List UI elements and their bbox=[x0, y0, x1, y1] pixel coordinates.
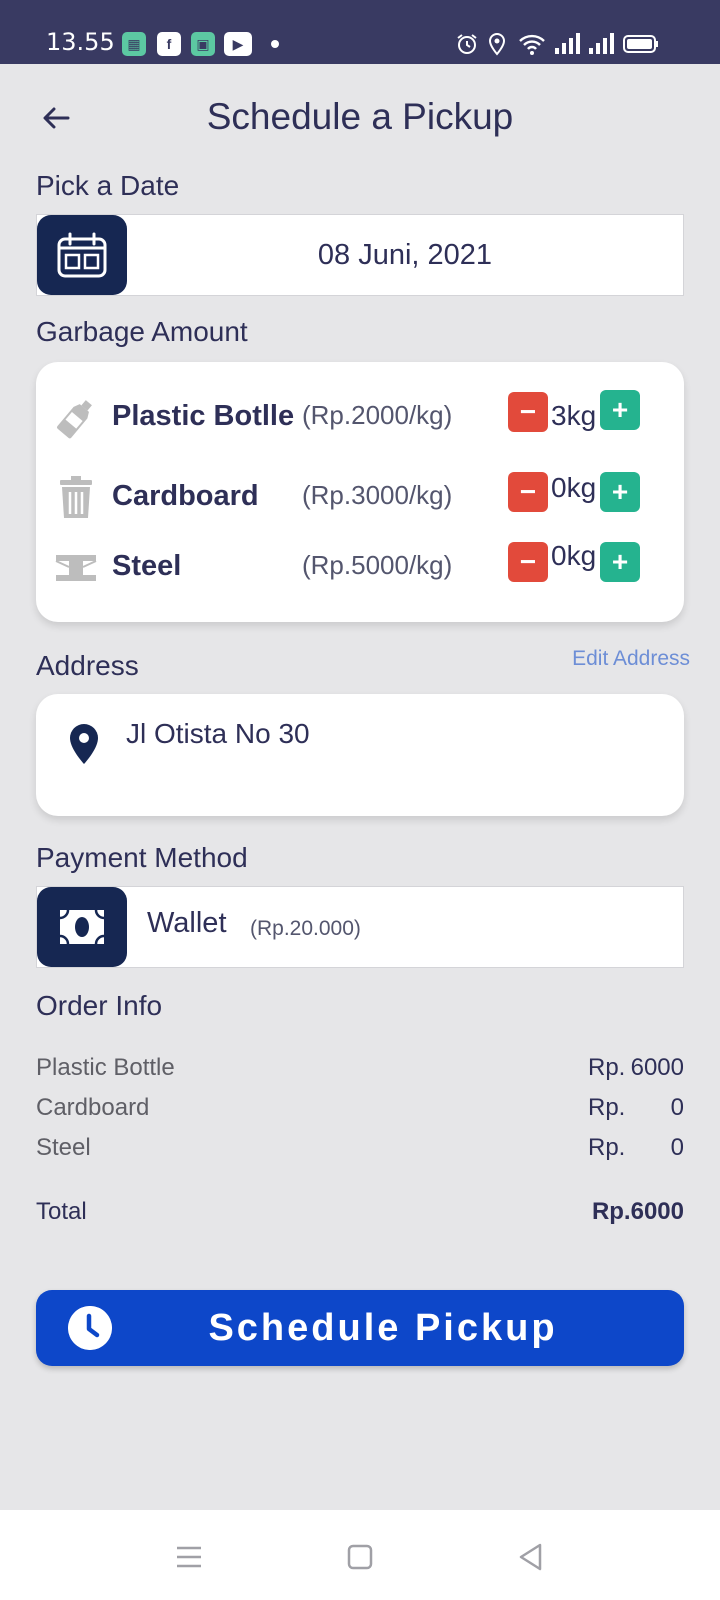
page-title: Schedule a Pickup bbox=[206, 96, 514, 137]
status-time: 13.55 bbox=[46, 28, 115, 56]
status-bar: 13.55 ▦ f ▣ ▶ bbox=[0, 0, 720, 64]
schedule-pickup-label: Schedule Pickup bbox=[208, 1306, 558, 1349]
increase-steel-button[interactable]: + bbox=[600, 542, 640, 582]
garbage-row-steel: Steel (Rp.5000/kg) − 0kg + bbox=[36, 540, 684, 596]
garbage-price: (Rp.5000/kg) bbox=[302, 550, 453, 580]
menu-icon[interactable] bbox=[174, 1542, 204, 1572]
order-info-label: Order Info bbox=[36, 990, 163, 1021]
wifi-icon bbox=[519, 34, 545, 55]
date-section-label: Pick a Date bbox=[36, 170, 180, 201]
calculator-app-icon: ▦ bbox=[122, 32, 146, 56]
order-item-currency: Rp. bbox=[588, 1094, 626, 1121]
payment-method-name: Wallet bbox=[147, 907, 227, 939]
order-row: Cardboard Rp. 0 bbox=[36, 1094, 684, 1128]
order-item-name: Plastic Bottle bbox=[36, 1054, 175, 1081]
increase-cardboard-button[interactable]: + bbox=[600, 472, 640, 512]
decrease-steel-button[interactable]: − bbox=[508, 542, 548, 582]
bottle-icon bbox=[54, 396, 98, 440]
decrease-plastic-button[interactable]: − bbox=[508, 392, 548, 432]
garbage-row-cardboard: Cardboard (Rp.3000/kg) − 0kg + bbox=[36, 470, 684, 526]
order-total-label: Total bbox=[36, 1198, 87, 1225]
address-card[interactable]: Jl Otista No 30 bbox=[36, 694, 684, 816]
home-square-icon[interactable] bbox=[345, 1542, 375, 1572]
address-section-label: Address bbox=[36, 650, 139, 681]
order-item-amount: 0 bbox=[670, 1134, 684, 1161]
order-item-amount: 0 bbox=[670, 1094, 684, 1121]
payment-method-selector[interactable]: Wallet (Rp.20.000) bbox=[36, 886, 684, 968]
wallet-balance: (Rp.20.000) bbox=[250, 917, 361, 940]
order-item-currency: Rp. bbox=[588, 1134, 626, 1161]
schedule-pickup-button[interactable]: Schedule Pickup bbox=[36, 1290, 684, 1366]
garbage-card: Plastic Botlle (Rp.2000/kg) − 3kg + Card… bbox=[36, 362, 684, 622]
status-indicators bbox=[455, 32, 659, 56]
system-nav-bar bbox=[0, 1510, 720, 1600]
trash-bin-icon bbox=[54, 476, 98, 520]
garbage-section-label: Garbage Amount bbox=[36, 316, 248, 347]
decrease-cardboard-button[interactable]: − bbox=[508, 472, 548, 512]
payment-icon-tile bbox=[37, 887, 127, 967]
signal-icon bbox=[555, 33, 580, 54]
garbage-name: Cardboard bbox=[112, 480, 259, 512]
gallery-app-icon: ▣ bbox=[191, 32, 215, 56]
battery-icon bbox=[623, 35, 658, 53]
order-item-name: Steel bbox=[36, 1134, 91, 1161]
order-item-name: Cardboard bbox=[36, 1094, 150, 1121]
date-picker[interactable]: 08 Juni, 2021 bbox=[36, 214, 684, 296]
date-icon-tile bbox=[37, 215, 127, 295]
location-pin-icon bbox=[70, 724, 98, 764]
garbage-name: Steel bbox=[112, 550, 182, 582]
edit-address-link[interactable]: Edit Address bbox=[572, 647, 690, 671]
calendar-icon bbox=[57, 232, 107, 278]
garbage-price: (Rp.2000/kg) bbox=[302, 400, 453, 430]
plastic-quantity: 3kg bbox=[551, 400, 597, 431]
steel-quantity: 0kg bbox=[551, 540, 597, 571]
alarm-icon bbox=[457, 34, 477, 54]
steel-beam-icon bbox=[54, 546, 98, 590]
back-triangle-icon[interactable] bbox=[516, 1542, 546, 1572]
order-item-currency: Rp. bbox=[588, 1054, 626, 1081]
cardboard-quantity: 0kg bbox=[551, 472, 597, 503]
increase-plastic-button[interactable]: + bbox=[600, 390, 640, 430]
garbage-name: Plastic Botlle bbox=[112, 400, 295, 432]
order-row: Steel Rp. 0 bbox=[36, 1134, 684, 1168]
address-value: Jl Otista No 30 bbox=[126, 718, 310, 749]
notification-dot-icon bbox=[271, 40, 279, 48]
location-status-icon bbox=[488, 32, 506, 56]
order-item-amount: 6000 bbox=[630, 1054, 684, 1081]
garbage-price: (Rp.3000/kg) bbox=[302, 480, 453, 510]
facebook-app-icon: f bbox=[157, 32, 181, 56]
payment-section-label: Payment Method bbox=[36, 842, 248, 873]
order-total-value: Rp.6000 bbox=[591, 1198, 684, 1225]
order-total-row: Total Rp.6000 bbox=[36, 1198, 684, 1232]
order-row: Plastic Bottle Rp. 6000 bbox=[36, 1054, 684, 1088]
youtube-app-icon: ▶ bbox=[224, 32, 252, 56]
garbage-row-plastic: Plastic Botlle (Rp.2000/kg) − 3kg + bbox=[36, 390, 684, 446]
date-value: 08 Juni, 2021 bbox=[317, 238, 493, 271]
clock-icon bbox=[68, 1306, 112, 1350]
cash-icon bbox=[59, 909, 105, 945]
signal-icon-2 bbox=[589, 33, 614, 54]
